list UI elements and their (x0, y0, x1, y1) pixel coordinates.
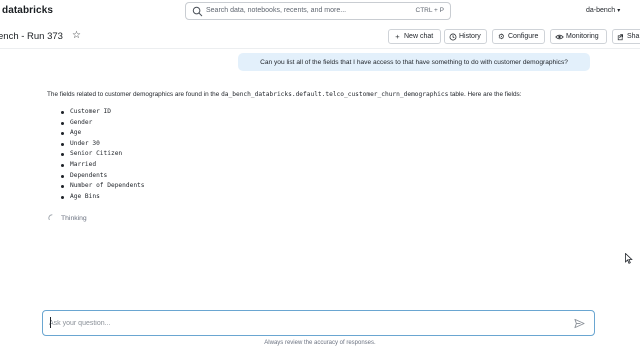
search-icon (192, 6, 203, 17)
field-list-item: Gender (60, 118, 145, 129)
field-list-item: Age Bins (60, 192, 145, 203)
spinner-icon (48, 214, 53, 221)
title-row: ench - Run 373 ☆ + New chat History ⚙ Co… (0, 26, 640, 49)
answer-intro-tail: table. Here are the fields: (448, 91, 522, 98)
field-list-item: Senior Citizen (60, 149, 145, 160)
assistant-answer-intro: The fields related to customer demograph… (47, 91, 522, 98)
ask-question-input[interactable] (49, 316, 549, 330)
thinking-status: Thinking (48, 214, 87, 222)
field-name: Married (70, 160, 97, 168)
configure-button[interactable]: ⚙ Configure (492, 29, 545, 44)
user-name: da-bench (586, 7, 616, 14)
page-title: ench - Run 373 (0, 31, 63, 42)
field-list: Customer ID Gender Age Under 30 Senior Citiz… (60, 107, 145, 202)
search-placeholder: Search data, notebooks, recents, and mor… (206, 7, 347, 14)
answer-intro-text: The fields related to customer demograph… (47, 91, 222, 98)
field-name: Customer ID (70, 108, 111, 115)
monitoring-label: Monitoring (566, 33, 599, 40)
bullet-icon (61, 111, 64, 114)
accuracy-disclaimer: Always review the accuracy of responses. (264, 340, 376, 346)
plus-icon: + (395, 32, 400, 41)
history-icon (449, 33, 457, 40)
top-bar: databricks Search data, notebooks, recen… (0, 0, 640, 24)
bullet-icon (61, 132, 64, 136)
field-list-item: Dependents (60, 171, 145, 182)
send-icon[interactable] (574, 318, 585, 329)
text-caret (50, 317, 51, 328)
field-list-item: Married (60, 160, 145, 171)
field-list-item: Customer ID (60, 107, 145, 118)
configure-label: Configure (508, 33, 539, 40)
bullet-icon (61, 153, 64, 157)
field-name: Number of Dependents (70, 182, 145, 190)
share-label: Sha (627, 33, 640, 40)
user-message-text: Can you list all of the fields that I ha… (260, 58, 568, 66)
field-name: Senior Citizen (70, 150, 123, 158)
field-list-item: Age (60, 128, 145, 139)
field-list-item: Number of Dependents (60, 181, 145, 192)
field-list-item: Under 30 (60, 139, 145, 150)
eye-icon (555, 34, 564, 39)
bullet-icon (61, 121, 64, 125)
star-icon[interactable]: ☆ (72, 30, 81, 41)
bullet-icon (61, 163, 64, 167)
bullet-icon (61, 195, 64, 199)
bullet-icon (61, 174, 64, 178)
new-chat-button[interactable]: + New chat (388, 29, 441, 44)
databricks-logo[interactable]: databricks (2, 5, 53, 16)
field-name: Under 30 (70, 139, 100, 147)
ask-question-box (42, 310, 595, 336)
chevron-down-icon: ▾ (617, 8, 621, 14)
global-search[interactable]: Search data, notebooks, recents, and mor… (185, 2, 451, 20)
new-chat-label: New chat (404, 33, 434, 40)
user-menu[interactable]: da-bench ▾ (586, 7, 620, 14)
field-name: Gender (70, 118, 93, 126)
thinking-label: Thinking (61, 214, 87, 222)
gear-icon: ⚙ (498, 32, 505, 41)
field-name: Age Bins (70, 192, 100, 200)
field-name: Age (70, 129, 82, 137)
user-message-bubble: Can you list all of the fields that I ha… (238, 53, 590, 71)
field-name: Dependents (70, 171, 108, 179)
share-icon (617, 33, 623, 40)
answer-table-name: da_bench_databricks.default.telco_custom… (221, 91, 449, 98)
history-label: History (459, 33, 481, 40)
search-shortcut: CTRL + P (415, 7, 444, 14)
bullet-icon (61, 142, 64, 146)
monitoring-button[interactable]: Monitoring (550, 29, 607, 44)
mouse-cursor-icon (625, 253, 633, 264)
history-button[interactable]: History (444, 29, 487, 44)
bullet-icon (61, 185, 64, 189)
share-button[interactable]: Sha (612, 29, 640, 44)
